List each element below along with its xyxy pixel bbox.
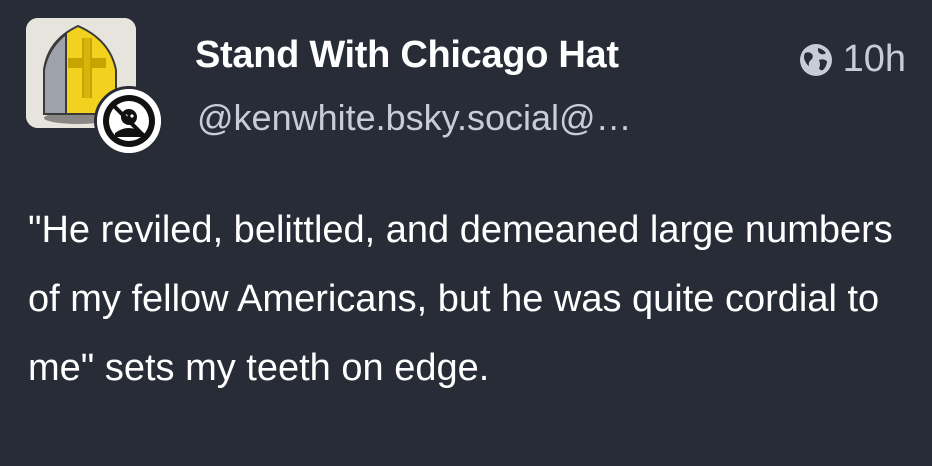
relative-timestamp[interactable]: 10h [843,38,906,81]
bridge-badge-icon[interactable] [94,86,164,156]
account-handle[interactable]: @kenwhite.bsky.social@… [197,97,632,139]
status-post: Stand With Chicago Hat @kenwhite.bsky.so… [0,0,932,466]
status-text: "He reviled, belittled, and demeaned lar… [28,209,893,389]
avatar-group[interactable] [26,18,166,158]
status-meta[interactable]: 10h [799,38,906,81]
globe-icon [799,43,833,77]
display-name[interactable]: Stand With Chicago Hat [195,34,619,77]
status-content: "He reviled, belittled, and demeaned lar… [28,196,908,403]
